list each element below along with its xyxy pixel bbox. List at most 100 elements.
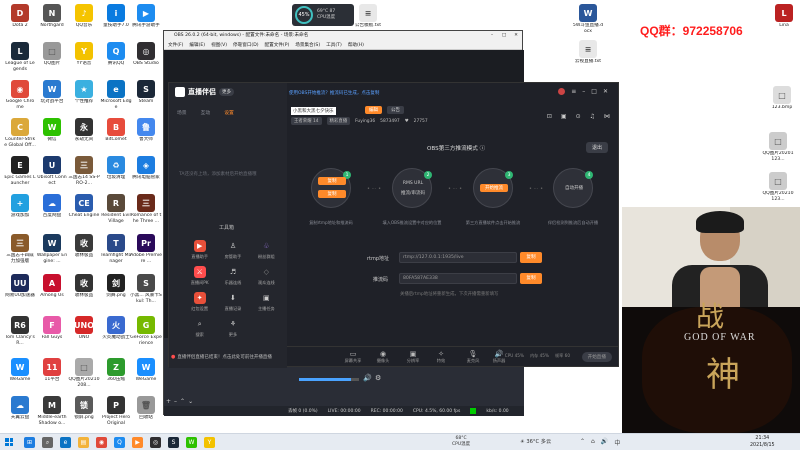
gear-icon[interactable]: ⚙	[375, 374, 381, 382]
taskbar-app-icon[interactable]: ◉	[96, 437, 107, 448]
edit-room-button[interactable]: 编辑	[365, 106, 382, 114]
desktop-shortcut[interactable]: UU 网易UU加速器	[4, 274, 36, 299]
taskbar-app-icon[interactable]: Y	[204, 437, 215, 448]
category-chip[interactable]: 王者荣耀 14	[291, 117, 322, 125]
obs-push-link[interactable]: 使用OBS开始推流？推流码已生成，点击复制	[289, 90, 379, 96]
desktop-shortcut[interactable]: W WeGame	[130, 358, 162, 383]
desktop-shortcut[interactable]: □ 123.bmp	[766, 86, 798, 111]
desktop-shortcut[interactable]: ▶ 腾讯手游助手	[130, 4, 162, 29]
desktop-shortcut[interactable]: Q 腾讯QQ	[100, 42, 132, 67]
minimize-icon[interactable]: –	[486, 31, 498, 41]
highlight-chip[interactable]: 精彩直播	[326, 117, 351, 125]
box-icon[interactable]: ▣	[561, 113, 567, 120]
desktop-shortcut[interactable]: Pr Adobe Premiere ...	[130, 234, 162, 265]
menu-edit[interactable]: 编辑(E)	[189, 41, 205, 49]
cpu-temp-widget[interactable]: 45% 69°C 87 CPU温度	[292, 4, 354, 26]
desktop-shortcut[interactable]: ◉ Google Chrome	[4, 80, 36, 111]
desktop-shortcut[interactable]: + 游戏加加	[4, 194, 36, 219]
taskbar-app-icon[interactable]: ⌕	[42, 437, 53, 448]
tool-直播间PK[interactable]: ⚔ 直播间PK	[183, 266, 216, 286]
desktop-shortcut[interactable]: 三三国志十四威力加强版	[4, 234, 36, 265]
start-live-button[interactable]: 开始直播	[581, 352, 612, 362]
desktop-shortcut[interactable]: ☁ 百度网盘	[36, 194, 68, 219]
copy-stream-key-button[interactable]: 复制	[520, 273, 542, 284]
close-icon[interactable]: ✕	[603, 88, 608, 95]
speaker-icon[interactable]: 🔊	[363, 374, 372, 382]
desktop-shortcut[interactable]: □ QQ图片20210123...	[762, 172, 794, 203]
exit-push-mode-button[interactable]: 退出	[585, 142, 608, 153]
desktop-shortcut[interactable]: W 玩对战平台	[36, 80, 68, 105]
screen-share-button[interactable]: ▭ 屏幕共享	[339, 350, 367, 364]
share-icon[interactable]: ⋈	[604, 113, 610, 120]
desktop-shortcut[interactable]: □ QQ图片20201123...	[762, 132, 794, 163]
desktop-shortcut[interactable]: P Project Hero Original	[100, 396, 132, 427]
desktop-shortcut[interactable]: E Epic Games Launcher	[4, 156, 36, 187]
desktop-shortcut[interactable]: U Ubisoft Connect	[36, 156, 68, 187]
menu-file[interactable]: 文件(F)	[168, 41, 183, 49]
remove-icon[interactable]: –	[174, 398, 177, 405]
desktop-shortcut[interactable]: 火火炎魔动战士	[100, 316, 132, 341]
desktop-shortcut[interactable]: 三三国志14 SS-PRO-2...	[68, 156, 100, 187]
desktop-shortcut[interactable]: Y YY语音	[68, 42, 100, 67]
taskbar-clock[interactable]: 21:34 2021/8/15	[750, 435, 775, 449]
desktop-shortcut[interactable]: W 5W斗鱼直播.docx	[572, 4, 604, 35]
desktop-shortcut[interactable]: ◎ OBS Studio	[130, 42, 162, 67]
desktop-shortcut[interactable]: i 量技助手7.0	[100, 4, 132, 29]
desktop-shortcut[interactable]: ≡ 公告模板.txt	[352, 4, 384, 29]
volume-track[interactable]	[299, 378, 359, 381]
desktop-shortcut[interactable]: ◈ 腾讯电脑管家	[130, 156, 162, 181]
volume-icon[interactable]: 🔊	[601, 438, 608, 447]
desktop-shortcut[interactable]: W Wallpaper Engine: ...	[36, 234, 68, 265]
tool-红包设置[interactable]: ✦ 红包设置	[183, 292, 216, 312]
desktop-shortcut[interactable]: CE Cheat Engine	[68, 194, 100, 219]
menu-scene-collection[interactable]: 场景集合(S)	[295, 41, 320, 49]
desktop-shortcut[interactable]: D Dota 2	[4, 4, 36, 29]
desktop-shortcut[interactable]: ♻ 垃圾清理	[100, 156, 132, 181]
taskbar-app-icon[interactable]: ⊞	[24, 437, 35, 448]
desktop-shortcut[interactable]: G GeForce Experience	[130, 316, 162, 347]
record-icon[interactable]: ⊙	[576, 113, 581, 120]
microphone-button[interactable]: 🎙 麦克风	[459, 350, 487, 364]
avatar[interactable]	[558, 88, 566, 95]
menu-icon[interactable]: ≡	[571, 88, 576, 95]
rtmp-url-field[interactable]: rtmp://127.0.0.1:1935/live	[399, 252, 517, 263]
chevron-up-icon[interactable]: ⌃	[580, 438, 585, 447]
desktop-shortcut[interactable]: C Counter-Strike Global Off...	[4, 118, 36, 149]
tab-scene[interactable]: 场景	[177, 109, 187, 116]
taskbar-app-icon[interactable]: W	[186, 437, 197, 448]
close-icon[interactable]: ✕	[510, 31, 522, 41]
desktop-shortcut[interactable]: 三 Romance of the Three ...	[130, 194, 162, 225]
tool-直播助手[interactable]: ▶ 直播助手	[183, 240, 216, 260]
taskbar-app-icon[interactable]: ▶	[132, 437, 143, 448]
taskbar-weather[interactable]: ☀ 36°C 多云	[520, 438, 551, 445]
bell-icon[interactable]: ♫	[590, 113, 595, 120]
tab-settings[interactable]: 设置	[224, 109, 234, 116]
menu-docks[interactable]: 停靠窗口(D)	[233, 41, 259, 49]
desktop-shortcut[interactable]: B BitComet	[100, 118, 132, 143]
menu-help[interactable]: 帮助(H)	[348, 41, 364, 49]
tool-搜索[interactable]: ⌕ 搜索	[183, 318, 216, 338]
desktop-shortcut[interactable]: ☁ 天翼云盘	[4, 396, 36, 421]
taskbar-app-icon[interactable]: ◎	[150, 437, 161, 448]
desktop-shortcut[interactable]: e Microsoft Edge	[100, 80, 132, 111]
room-title-input[interactable]: 小黑和大黑七夕快乐	[291, 107, 336, 115]
obs-titlebar[interactable]: OBS 26.0.2 (64-bit, windows) - 配置文件:未命名 …	[164, 31, 522, 41]
announcement-button[interactable]: 公告	[387, 106, 404, 114]
desktop-shortcut[interactable]: 鲁鲁大师	[130, 118, 162, 143]
tab-interaction[interactable]: 互动	[201, 109, 211, 116]
desktop-shortcut[interactable]: 剑剑舞.png	[100, 274, 132, 299]
desktop-shortcut[interactable]: S Steam	[130, 80, 162, 105]
stream-key-field[interactable]: 80FA587AE338	[399, 273, 517, 284]
menu-view[interactable]: 视图(V)	[211, 41, 227, 49]
tool-直播记录[interactable]: ⬇ 直播记录	[216, 292, 249, 312]
taskbar-app-icon[interactable]: Q	[114, 437, 125, 448]
desktop-shortcut[interactable]: S 小黑... 风暴卡Skul: Th...	[130, 274, 162, 305]
tool-房管助手[interactable]: ♙ 房管助手	[216, 240, 249, 260]
copy-rtmp-button[interactable]: 复制	[520, 252, 542, 263]
taskbar-app-icon[interactable]: ▤	[78, 437, 89, 448]
resolution-button[interactable]: ▣ 分辨率	[399, 350, 427, 364]
desktop-shortcut[interactable]: ≡ 云视直播.txt	[572, 40, 604, 65]
desktop-shortcut[interactable]: 收收林极品	[68, 234, 100, 259]
desktop-shortcut[interactable]: 永永劫无间	[68, 118, 100, 143]
desktop-shortcut[interactable]: 收收林极品	[68, 274, 100, 299]
